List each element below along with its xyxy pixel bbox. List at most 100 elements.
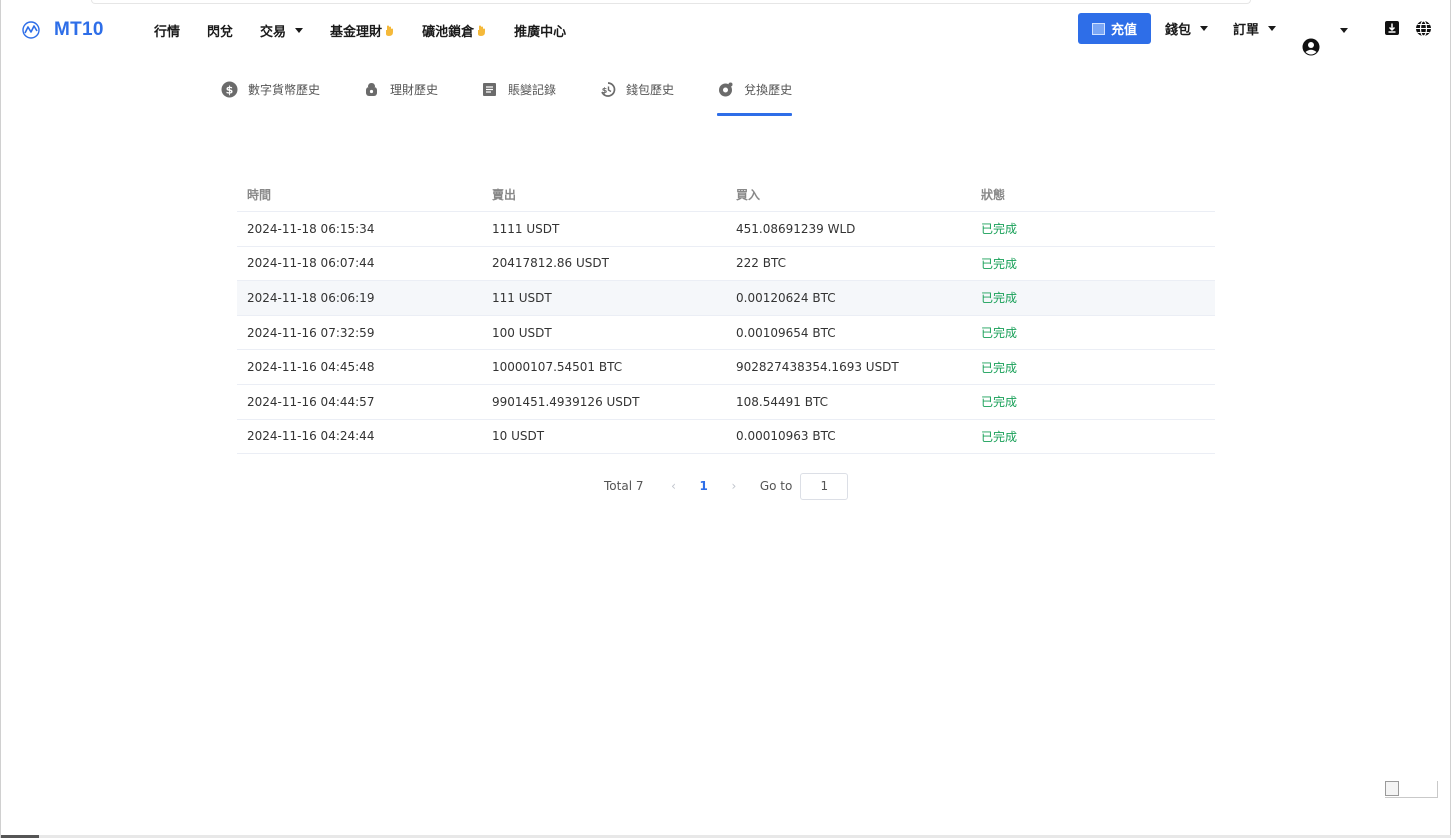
tab-label: 理財歷史 <box>390 82 439 97</box>
cell-time: 2024-11-16 04:45:48 <box>247 360 375 375</box>
cell-sell: 9901451.4939126 USDT <box>492 394 640 409</box>
page-number-current[interactable]: 1 <box>699 479 707 493</box>
browser-edge <box>91 0 1251 4</box>
nav-item-trade[interactable]: 交易 <box>260 21 304 40</box>
table-row[interactable]: 2024-11-16 04:44:57 9901451.4939126 USDT… <box>237 385 1215 420</box>
cell-sell: 111 USDT <box>492 290 552 305</box>
cell-time: 2024-11-16 07:32:59 <box>247 325 375 340</box>
cell-buy: 0.00109654 BTC <box>736 325 836 340</box>
cell-sell: 100 USDT <box>492 325 552 340</box>
table-row[interactable]: 2024-11-16 07:32:59 100 USDT 0.00109654 … <box>237 316 1215 351</box>
next-page-chevron-icon[interactable]: › <box>728 479 740 493</box>
wallet-history-icon: $ <box>601 81 616 97</box>
column-header-buy: 買入 <box>736 187 761 202</box>
brand-name: MT10 <box>54 19 104 40</box>
cell-status: 已完成 <box>981 291 1018 306</box>
nav-item-market[interactable]: 行情 <box>154 21 180 40</box>
user-menu-caret-icon[interactable] <box>1340 28 1348 33</box>
main-nav: 行情 閃兌 交易 基金理財 礦池鎖倉 推廣中心 <box>154 21 593 40</box>
caret-down-icon <box>1268 26 1277 31</box>
top-header: MT10 行情 閃兌 交易 基金理財 礦池鎖倉 推廣中心 充值 錢包 訂單 <box>1 10 1451 56</box>
tab-crypto-history[interactable]: $ 數字貨幣歷史 <box>221 78 320 100</box>
nav-item-flash-exchange[interactable]: 閃兌 <box>207 21 233 40</box>
table-row[interactable]: 2024-11-18 06:06:19 111 USDT 0.00120624 … <box>237 281 1215 316</box>
download-app-icon[interactable] <box>1384 20 1400 36</box>
goto-label: Go to <box>759 479 793 493</box>
nav-label: 基金理財 <box>330 25 383 40</box>
column-header-sell: 賣出 <box>492 187 517 202</box>
table-row[interactable]: 2024-11-18 06:07:44 20417812.86 USDT 222… <box>237 247 1215 282</box>
cell-status: 已完成 <box>981 256 1018 271</box>
caret-down-icon <box>1200 26 1209 31</box>
svg-text:$: $ <box>602 86 608 95</box>
dollar-circle-icon: $ <box>221 81 238 97</box>
cell-status: 已完成 <box>981 395 1018 410</box>
table-row[interactable]: 2024-11-18 06:15:34 1111 USDT 451.086912… <box>237 212 1215 247</box>
wallet-label: 錢包 <box>1165 23 1192 38</box>
broken-image-icon <box>1385 781 1399 796</box>
cell-buy: 451.08691239 WLD <box>736 221 856 236</box>
cell-time: 2024-11-16 04:44:57 <box>247 394 375 409</box>
cell-status: 已完成 <box>981 429 1018 444</box>
cell-time: 2024-11-16 04:24:44 <box>247 429 375 444</box>
cell-time: 2024-11-18 06:07:44 <box>247 256 375 271</box>
cell-sell: 10 USDT <box>492 429 545 444</box>
wallet-menu[interactable]: 錢包 <box>1165 19 1209 38</box>
tab-label: 兌換歷史 <box>744 82 793 97</box>
tab-label: 錢包歷史 <box>626 82 675 97</box>
table-row[interactable]: 2024-11-16 04:24:44 10 USDT 0.00010963 B… <box>237 420 1215 455</box>
svg-text:$: $ <box>226 83 234 96</box>
cell-status: 已完成 <box>981 360 1018 375</box>
tab-exchange-history[interactable]: 兌換歷史 <box>717 78 793 116</box>
app-window: MT10 行情 閃兌 交易 基金理財 礦池鎖倉 推廣中心 充值 錢包 訂單 $ … <box>0 0 1451 838</box>
pagination: Total 7 ‹ 1 › Go to <box>604 472 849 500</box>
logo-icon <box>22 21 40 39</box>
nav-label: 閃兌 <box>207 25 234 40</box>
floating-image-placeholder[interactable] <box>1385 781 1438 798</box>
nav-item-mining-pool[interactable]: 礦池鎖倉 <box>422 21 487 40</box>
cell-sell: 20417812.86 USDT <box>492 256 609 271</box>
nav-label: 交易 <box>260 25 287 40</box>
nav-label: 行情 <box>154 25 181 40</box>
language-globe-icon[interactable] <box>1415 20 1432 37</box>
logo[interactable]: MT10 <box>21 17 104 43</box>
tab-wallet-history[interactable]: $ 錢包歷史 <box>599 78 674 100</box>
cell-time: 2024-11-18 06:15:34 <box>247 221 375 236</box>
tab-account-changes[interactable]: 賬變記錄 <box>481 78 556 100</box>
history-tabs: $ 數字貨幣歷史 理財歷史 賬變記錄 $ 錢包歷史 兌換歷史 <box>221 78 835 118</box>
prev-page-chevron-icon[interactable]: ‹ <box>667 479 679 493</box>
nav-label: 礦池鎖倉 <box>422 25 475 40</box>
hand-emoji-icon <box>386 25 394 36</box>
broken-image-icon <box>1091 22 1105 35</box>
goto-page-input[interactable] <box>800 472 849 500</box>
header-actions: 充值 錢包 訂單 <box>1078 13 1277 44</box>
hand-emoji-icon <box>478 25 486 36</box>
deposit-button[interactable]: 充值 <box>1078 13 1151 44</box>
caret-down-icon <box>295 28 304 33</box>
cell-buy: 222 BTC <box>736 256 786 271</box>
nav-item-referral[interactable]: 推廣中心 <box>514 21 566 40</box>
document-icon <box>483 82 497 96</box>
table-row[interactable]: 2024-11-16 04:45:48 10000107.54501 BTC 9… <box>237 350 1215 385</box>
column-header-status: 狀態 <box>981 187 1006 202</box>
orders-menu[interactable]: 訂單 <box>1233 19 1277 38</box>
cell-status: 已完成 <box>981 222 1018 237</box>
nav-item-fund[interactable]: 基金理財 <box>330 21 395 40</box>
user-avatar-icon[interactable] <box>1302 38 1320 56</box>
cell-sell: 10000107.54501 BTC <box>492 360 623 375</box>
tab-label: 賬變記錄 <box>508 82 557 97</box>
tab-label: 數字貨幣歷史 <box>248 82 321 97</box>
exchange-history-table: 時間 賣出 買入 狀態 2024-11-18 06:15:34 1111 USD… <box>237 177 1215 455</box>
cell-time: 2024-11-18 06:06:19 <box>247 290 375 305</box>
piggy-bank-icon <box>366 82 378 96</box>
cell-sell: 1111 USDT <box>492 221 560 236</box>
deposit-label: 充值 <box>1110 23 1137 38</box>
table-header-row: 時間 賣出 買入 狀態 <box>237 177 1215 212</box>
cell-buy: 0.00010963 BTC <box>736 429 836 444</box>
exchange-icon <box>719 82 733 96</box>
cell-status: 已完成 <box>981 326 1018 341</box>
tab-finance-history[interactable]: 理財歷史 <box>363 78 438 100</box>
cell-buy: 108.54491 BTC <box>736 394 828 409</box>
pagination-total: Total 7 <box>604 479 644 493</box>
column-header-time: 時間 <box>247 187 272 202</box>
